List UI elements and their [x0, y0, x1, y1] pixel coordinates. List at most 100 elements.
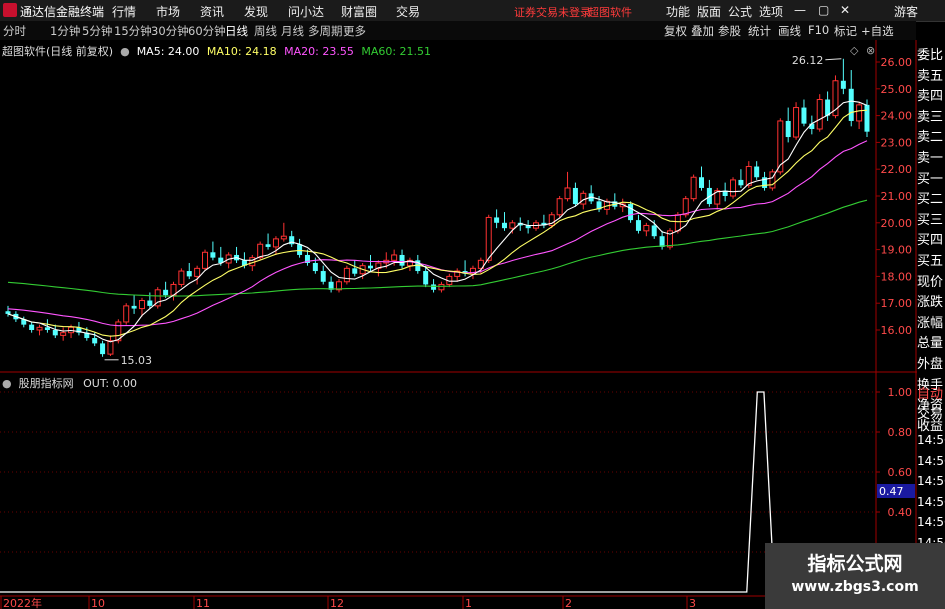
- ma5-label: MA5: 24.00: [136, 45, 200, 58]
- candle-body-down: [163, 289, 169, 296]
- candle-body-down: [186, 271, 192, 277]
- app-logo-icon: [3, 3, 17, 17]
- trade-time: 14:56: [917, 433, 945, 447]
- maximize-button[interactable]: ▢: [818, 3, 829, 17]
- close-button[interactable]: ✕: [840, 3, 850, 17]
- settings-dot-icon[interactable]: ●: [2, 377, 15, 390]
- candle-body-down: [210, 252, 216, 258]
- menu-trade[interactable]: 交易: [396, 3, 420, 20]
- period-60min[interactable]: 60分钟: [188, 23, 226, 39]
- candle-body-up: [556, 198, 563, 216]
- menu-bar: 通达信金融终端 行情 市场 资讯 发现 问小达 财富圈 交易 证券交易未登录 超…: [0, 0, 945, 22]
- price-tick-label: 26.00: [881, 56, 913, 69]
- date-label: 11: [196, 597, 210, 609]
- trade-login-warning[interactable]: 证券交易未登录: [514, 4, 591, 20]
- guest-login[interactable]: 游客: [894, 3, 918, 20]
- candle-body-down: [320, 271, 326, 282]
- period-weekly[interactable]: 周线: [254, 23, 277, 39]
- candle-body-up: [816, 99, 823, 130]
- date-label: 10: [91, 597, 105, 609]
- osc-tick-label: 0.40: [888, 506, 913, 519]
- candle-body-down: [801, 107, 807, 124]
- menu-options[interactable]: 选项: [759, 3, 783, 20]
- pane-collapse-icon[interactable]: ◇: [850, 44, 859, 57]
- period-30min[interactable]: 30分钟: [151, 23, 189, 39]
- stats-button[interactable]: 统计: [748, 23, 771, 39]
- period-more[interactable]: 更多: [343, 23, 366, 39]
- candle-body-up: [194, 267, 201, 277]
- candle-body-down: [52, 330, 58, 336]
- menu-ask[interactable]: 问小达: [288, 3, 324, 20]
- add-watchlist-button[interactable]: +自选: [861, 23, 894, 39]
- menu-layout[interactable]: 版面: [697, 3, 721, 20]
- quote-field-label: 涨幅: [917, 315, 944, 331]
- period-15min[interactable]: 15分钟: [114, 23, 152, 39]
- menu-wealth[interactable]: 财富圈: [341, 3, 377, 20]
- trade-time: 14:56: [917, 515, 945, 530]
- cursor-value: 0.47: [879, 485, 904, 498]
- menu-market[interactable]: 市场: [156, 3, 180, 20]
- menu-news[interactable]: 资讯: [200, 3, 224, 20]
- menu-discover[interactable]: 发现: [244, 3, 268, 20]
- settings-dot-icon[interactable]: ●: [117, 45, 134, 58]
- date-label: 2: [565, 597, 572, 609]
- period-intraday[interactable]: 分时: [3, 23, 26, 39]
- price-tick-label: 19.00: [881, 244, 913, 257]
- watermark-url: www.zbgs3.com: [791, 579, 919, 595]
- pane-close-icon[interactable]: ⊗: [866, 44, 875, 57]
- sub-title[interactable]: 股朋指标网: [19, 377, 74, 390]
- candle-body-down: [699, 177, 705, 188]
- price-tick-label: 21.00: [881, 190, 913, 203]
- f10-button[interactable]: F10: [808, 23, 829, 37]
- candle-body-down: [754, 166, 760, 178]
- price-tick-label: 20.00: [881, 217, 913, 230]
- overlay-button[interactable]: 叠加: [691, 23, 714, 39]
- period-multi[interactable]: 多周期: [308, 23, 343, 39]
- quote-field-label: 现价: [917, 274, 944, 290]
- candle-body-up: [60, 332, 67, 336]
- watermark-title: 指标公式网: [807, 553, 903, 575]
- holdings-button[interactable]: 参股: [718, 23, 741, 39]
- kline-chart[interactable]: 26.0025.0024.0023.0022.0021.0020.0019.00…: [0, 40, 917, 609]
- ma20-label: MA20: 23.55: [284, 45, 354, 58]
- candle-body-up: [564, 187, 571, 200]
- price-tick-label: 17.00: [881, 297, 913, 310]
- date-label: 2022年: [3, 596, 42, 609]
- period-1min[interactable]: 1分钟: [50, 23, 80, 39]
- candle-body-down: [5, 311, 11, 314]
- candle-body-up: [178, 270, 185, 285]
- watermark: 指标公式网 www.zbgs3.com: [765, 543, 945, 609]
- stock-name-link[interactable]: 超图软件: [588, 4, 632, 20]
- main-title[interactable]: 超图软件(日线 前复权): [2, 45, 113, 58]
- date-label: 12: [330, 597, 344, 609]
- menu-functions[interactable]: 功能: [666, 3, 690, 20]
- candle-body-down: [312, 263, 318, 272]
- candle-body-down: [501, 222, 507, 229]
- period-5min[interactable]: 5分钟: [82, 23, 112, 39]
- candle-body-up: [123, 305, 130, 323]
- draw-button[interactable]: 画线: [778, 23, 801, 39]
- quote-field-label: 卖三: [917, 109, 944, 125]
- period-daily[interactable]: 日线: [225, 23, 248, 39]
- minimize-button[interactable]: —: [794, 3, 806, 17]
- date-label: 1: [465, 597, 472, 609]
- quote-field-label: 委比: [917, 48, 944, 63]
- candle-body-up: [272, 238, 279, 248]
- quote-field-label: 买三: [917, 212, 944, 228]
- mark-button[interactable]: 标记: [834, 23, 857, 39]
- candle-body-up: [745, 166, 752, 186]
- candle-body-up: [36, 326, 43, 331]
- osc-tick-label: 1.00: [888, 386, 913, 399]
- price-tick-label: 16.00: [881, 324, 913, 337]
- period-monthly[interactable]: 月线: [281, 23, 304, 39]
- out-value: OUT: 0.00: [83, 377, 138, 390]
- quote-field-label: 交易: [917, 407, 944, 422]
- menu-quotes[interactable]: 行情: [112, 3, 136, 20]
- candle-body-up: [257, 243, 264, 259]
- candle-body-down: [494, 217, 500, 223]
- adjust-button[interactable]: 复权: [664, 23, 687, 39]
- quote-field-label: 买二: [917, 192, 944, 208]
- candle-body-down: [147, 300, 153, 306]
- menu-formula[interactable]: 公式: [728, 3, 752, 20]
- candle-body-down: [131, 305, 137, 309]
